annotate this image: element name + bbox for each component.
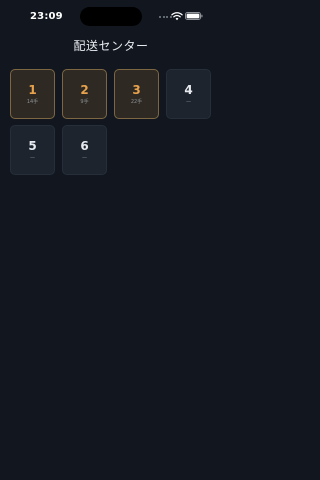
tile-subtext: — bbox=[82, 154, 87, 161]
tile-6[interactable]: 6 — bbox=[62, 125, 107, 175]
status-bar: 23:09 bbox=[0, 0, 222, 34]
signal-dots-icon bbox=[159, 16, 172, 19]
tile-number: 6 bbox=[80, 138, 89, 153]
tile-number: 2 bbox=[80, 82, 89, 97]
tile-number: 1 bbox=[28, 82, 37, 97]
battery-icon bbox=[185, 12, 203, 20]
status-time: 23:09 bbox=[30, 11, 63, 22]
page-title: 配送センター bbox=[73, 39, 149, 53]
dynamic-island bbox=[80, 7, 142, 26]
tile-subtext: — bbox=[30, 154, 35, 161]
tile-number: 4 bbox=[184, 82, 193, 97]
tile-1[interactable]: 1 14手 bbox=[10, 69, 55, 119]
tile-3[interactable]: 3 22手 bbox=[114, 69, 159, 119]
tile-number: 3 bbox=[132, 82, 141, 97]
tile-5[interactable]: 5 — bbox=[10, 125, 55, 175]
tile-subtext: 22手 bbox=[130, 98, 143, 105]
tile-number: 5 bbox=[28, 138, 37, 153]
tile-subtext: 9手 bbox=[80, 98, 89, 105]
tile-2[interactable]: 2 9手 bbox=[62, 69, 107, 119]
tile-subtext: — bbox=[186, 98, 191, 105]
tile-4[interactable]: 4 — bbox=[166, 69, 211, 119]
tile-subtext: 14手 bbox=[26, 98, 39, 105]
wifi-icon bbox=[171, 12, 183, 21]
